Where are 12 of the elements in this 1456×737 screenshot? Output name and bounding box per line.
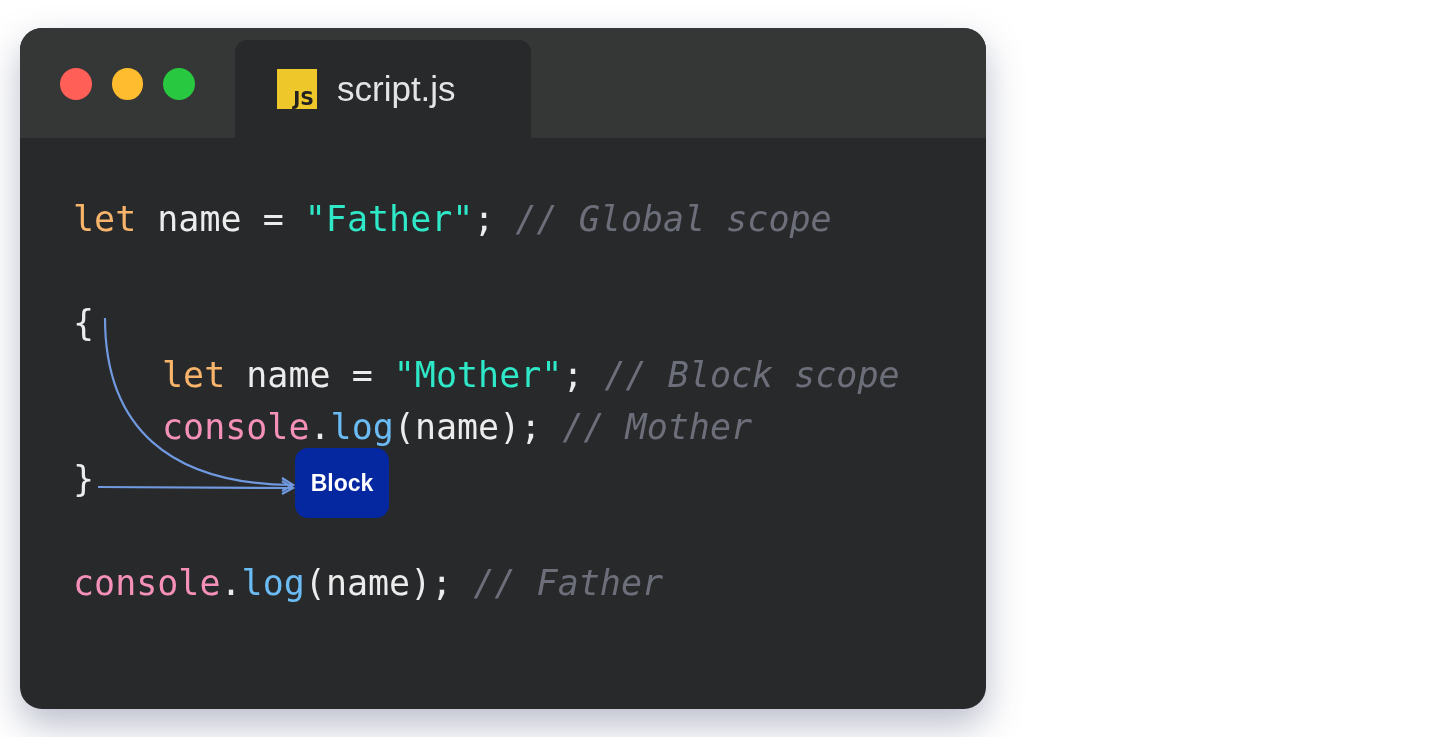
code-line: let name = "Father"; // Global scope <box>73 198 832 241</box>
code-line: console.log(name); // Mother <box>162 406 753 449</box>
code-line: console.log(name); // Father <box>73 562 664 605</box>
file-tab[interactable]: JS script.js <box>235 40 531 138</box>
block-label: Block <box>295 448 389 518</box>
javascript-file-icon: JS <box>277 69 317 109</box>
window-button[interactable] <box>60 68 92 100</box>
code-line: let name = "Mother"; // Block scope <box>162 354 900 397</box>
window-button[interactable] <box>163 68 195 100</box>
code-line: } <box>73 458 95 501</box>
code-line: { <box>73 302 95 345</box>
window-button[interactable] <box>111 68 144 100</box>
